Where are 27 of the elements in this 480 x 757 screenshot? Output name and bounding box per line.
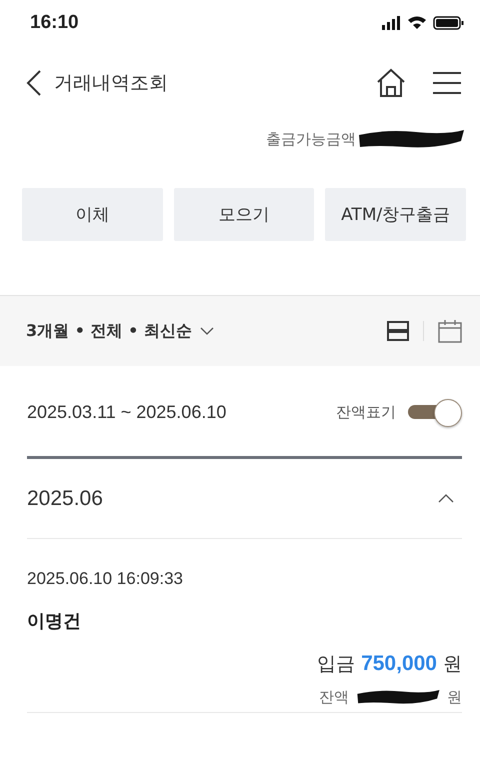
chevron-down-icon [200,327,214,335]
action-button[interactable]: 이체 [22,188,163,241]
month-header[interactable]: 2025.06 [27,459,462,539]
signal-icon [382,16,400,30]
transaction-amount: 750,000 [361,652,437,676]
home-icon[interactable] [376,68,406,98]
currency-unit: 원 [443,652,462,677]
balance-toggle-label: 잔액표기 [336,402,396,422]
currency-unit: 원 [447,688,462,706]
transaction-time: 2025.06.10 16:09:33 [27,569,183,589]
transaction-name: 이명건 [27,610,81,633]
balance-toggle[interactable] [406,397,462,427]
page-title: 거래내역조회 [54,71,169,96]
status-time: 16:10 [30,12,79,34]
calendar-icon[interactable] [438,319,462,343]
balance-label: 잔액 [319,688,349,706]
transaction-type: 입금 [317,652,356,677]
chevron-up-icon [438,494,454,503]
action-button[interactable]: 모으기 [174,188,314,241]
menu-icon[interactable] [432,71,462,95]
action-button[interactable]: ATM/창구출금 [325,188,466,241]
battery-icon [433,16,464,30]
date-range: 2025.03.11 ~ 2025.06.10 [27,402,228,422]
available-label: 출금가능금액 [266,130,356,148]
list-view-icon[interactable] [387,321,409,341]
back-button[interactable] [26,70,42,96]
wifi-icon [408,16,426,29]
